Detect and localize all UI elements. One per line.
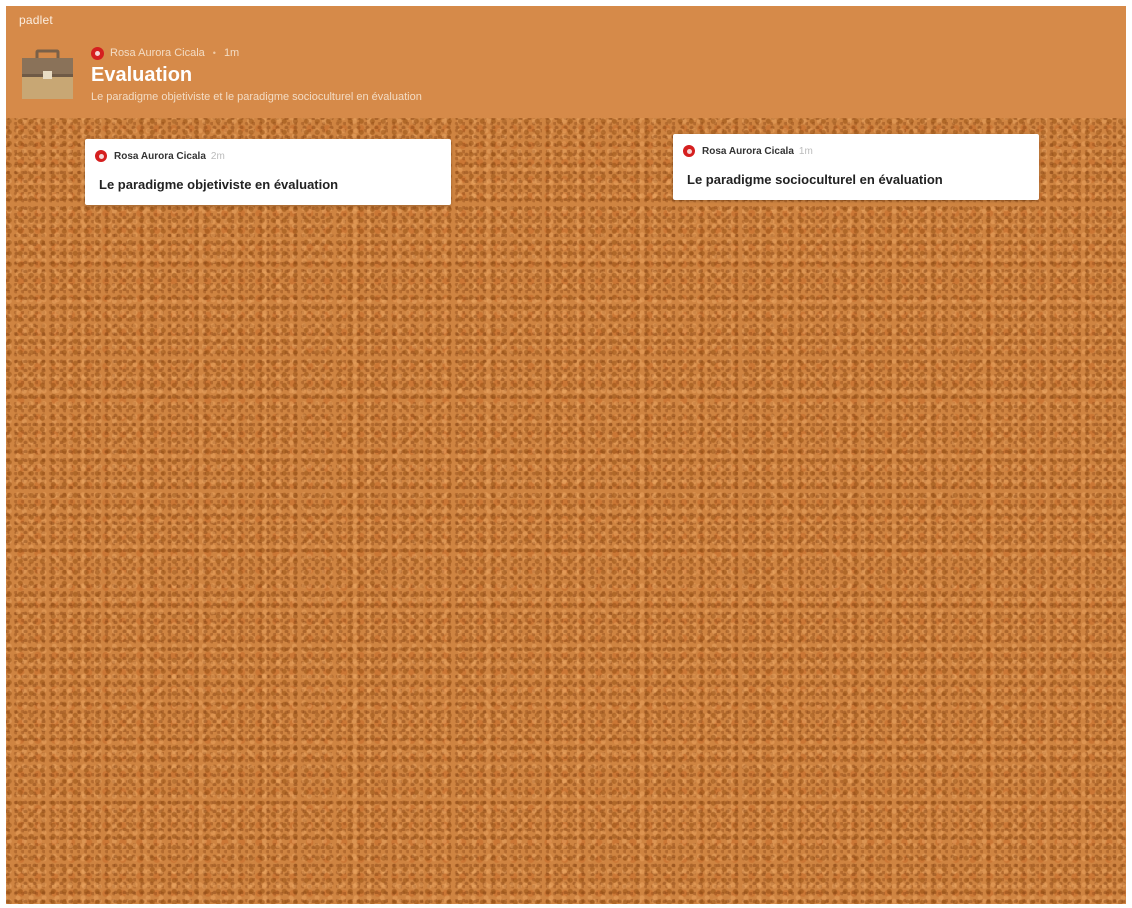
board-description: Le paradigme objetiviste et le paradigme… [91, 91, 422, 103]
post-header: Rosa Aurora Cicala 2m [95, 149, 225, 163]
post-card[interactable]: Rosa Aurora Cicala 1m Le paradigme socio… [673, 134, 1039, 200]
board-meta: Rosa Aurora Cicala • 1m [91, 46, 239, 60]
post-title: Le paradigme socioculturel en évaluation [687, 172, 943, 187]
post-author-avatar[interactable] [95, 150, 107, 162]
author-avatar[interactable] [91, 46, 104, 60]
post-author: Rosa Aurora Cicala [114, 150, 206, 162]
padlet-logo-link[interactable]: padlet [19, 13, 53, 27]
post-title: Le paradigme objetiviste en évaluation [99, 177, 339, 192]
board-title: Evaluation [91, 64, 193, 86]
board-time: 1m [223, 47, 240, 59]
padlet-board: padlet Rosa Aurora Cicala • 1m Evaluatio… [6, 6, 1126, 904]
meta-separator: • [212, 48, 216, 58]
post-time: 1m [798, 145, 813, 157]
post-time: 2m [210, 150, 225, 162]
board-header: padlet Rosa Aurora Cicala • 1m Evaluatio… [6, 6, 1126, 118]
briefcase-icon [22, 49, 73, 99]
board-canvas[interactable]: Rosa Aurora Cicala 2m Le paradigme objet… [6, 118, 1126, 904]
post-author-avatar[interactable] [683, 145, 695, 157]
post-author: Rosa Aurora Cicala [702, 145, 794, 157]
board-author: Rosa Aurora Cicala [110, 47, 205, 59]
post-header: Rosa Aurora Cicala 1m [683, 144, 813, 158]
post-card[interactable]: Rosa Aurora Cicala 2m Le paradigme objet… [85, 139, 451, 205]
